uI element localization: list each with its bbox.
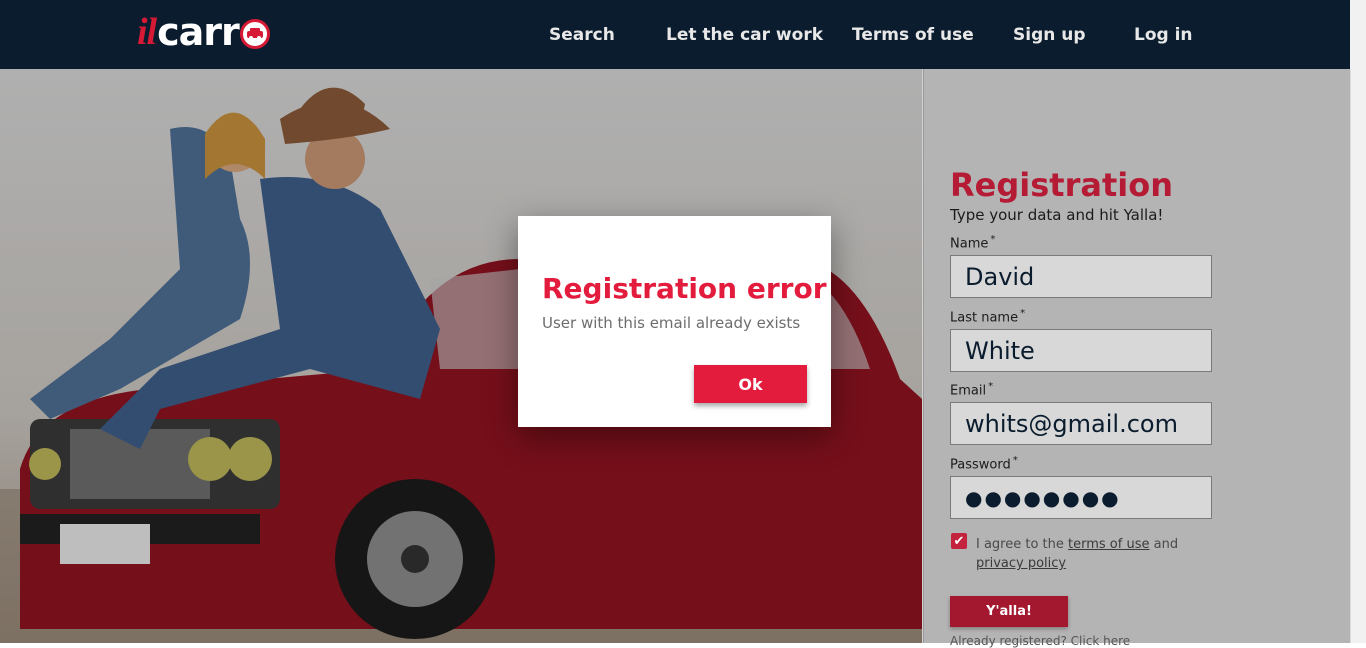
- dialog-title: Registration error: [542, 272, 827, 305]
- registration-title: Registration: [950, 166, 1173, 204]
- last-name-label: Last name *: [950, 308, 1026, 326]
- terms-link[interactable]: terms of use: [1068, 537, 1149, 552]
- email-field[interactable]: [950, 402, 1212, 445]
- email-label: Email *: [950, 381, 994, 399]
- privacy-link[interactable]: privacy policy: [976, 556, 1066, 571]
- logo-text: carr: [157, 10, 240, 54]
- password-label: Password *: [950, 455, 1018, 473]
- name-label: Name *: [950, 234, 996, 252]
- nav-let-car-work[interactable]: Let the car work: [666, 25, 823, 45]
- nav-search[interactable]: Search: [549, 25, 615, 45]
- terms-agreement: ✔ I agree to the terms of use and privac…: [951, 533, 1178, 571]
- last-name-field[interactable]: [950, 329, 1212, 372]
- last-name-input[interactable]: [951, 330, 1211, 371]
- nav-sign-up[interactable]: Sign up: [1013, 25, 1086, 45]
- nav-log-in[interactable]: Log in: [1134, 25, 1193, 45]
- password-field[interactable]: [950, 476, 1212, 519]
- agree-text: I agree to the terms of use and privacy …: [976, 537, 1179, 571]
- agree-checkbox[interactable]: ✔: [951, 533, 967, 549]
- name-field[interactable]: [950, 255, 1212, 298]
- already-registered-link[interactable]: Already registered? Click here: [950, 634, 1130, 648]
- top-navbar: il carr Search Let the car work Terms of…: [0, 0, 1350, 69]
- password-input[interactable]: [951, 477, 1211, 518]
- name-input[interactable]: [951, 256, 1211, 297]
- page-scrollbar[interactable]: [1350, 0, 1366, 643]
- registration-subtitle: Type your data and hit Yalla!: [950, 206, 1164, 224]
- logo[interactable]: il carr: [137, 10, 270, 54]
- email-input[interactable]: [951, 403, 1211, 444]
- dialog-message: User with this email already exists: [542, 314, 801, 332]
- logo-prefix: il: [137, 11, 157, 53]
- nav-terms-of-use[interactable]: Terms of use: [852, 25, 974, 45]
- yalla-button[interactable]: Y'alla!: [950, 596, 1068, 627]
- ok-button[interactable]: Ok: [694, 365, 807, 403]
- error-dialog: Registration error User with this email …: [518, 216, 831, 427]
- car-icon: [239, 19, 270, 49]
